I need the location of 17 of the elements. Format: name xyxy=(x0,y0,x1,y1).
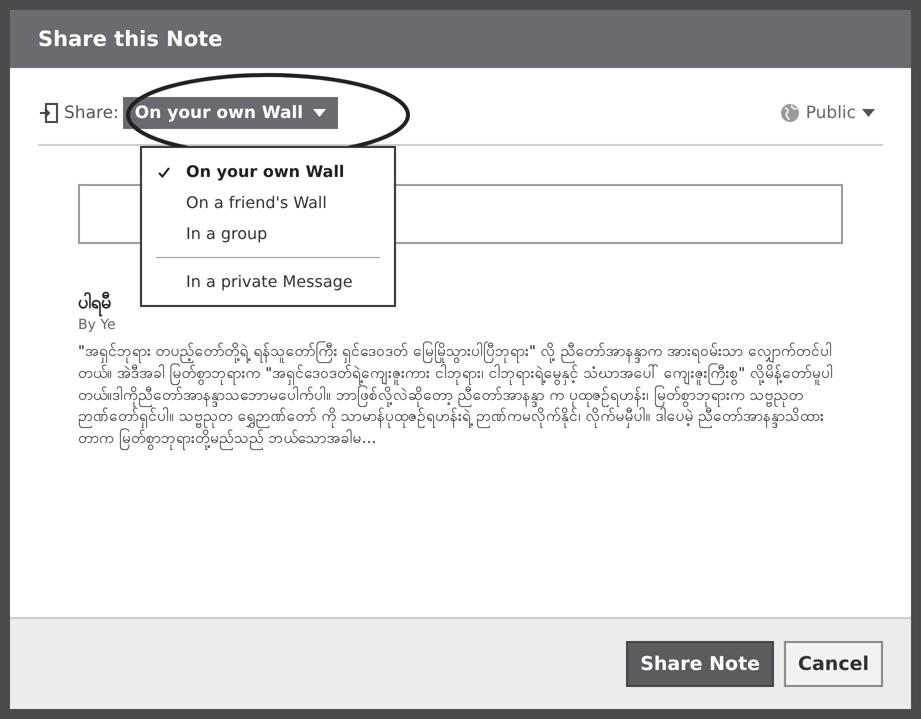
dialog-title: Share this Note xyxy=(38,27,222,51)
menu-item[interactable]: In a group xyxy=(142,218,394,249)
audience-dropdown[interactable]: Public xyxy=(780,103,883,123)
share-icon xyxy=(38,102,60,124)
caret-icon xyxy=(862,109,875,117)
globe-icon xyxy=(780,103,800,123)
note-author: By Ye xyxy=(78,317,117,333)
share-button[interactable]: Share Note xyxy=(626,641,774,687)
caret-icon xyxy=(313,109,326,117)
menu-item[interactable]: On a friend's Wall xyxy=(142,187,394,218)
cancel-button[interactable]: Cancel xyxy=(784,641,883,687)
message-field[interactable] xyxy=(78,184,843,244)
destination-dropdown[interactable]: On your own Wall xyxy=(122,97,338,129)
share-label: Share: xyxy=(64,103,119,123)
note-excerpt: "အရှင်ဘုရား တပည့်တော်တို့ရဲ့ ရန်သူတော်ကြီး ရှင်ဒေဝဒတ် မြေမြိုသွားပါပြီဘုရား" လို့ ညီတော်အာနန္ဒာက အားရဝမ်းသာ လျှောက်တင်ပါတယ်။ အဲဒီအခါ မြတ်စွာဘုရားက "အရှင်ဒေဝဒတ်ရဲ့ကျေးဇူးကား ငါဘုရား၊ ငါဘုရားရဲ့မွေနှင့် သံဃာအပေါ် ကျေးဇူးကြီးစွ" လို့မိန့်တော်မူပါတယ်။ဒါကိုညီတော်အာနန္ဒာသဘောမပေါက်ပါ။ ဘာဖြစ်လို့လဲဆိုတော့ ညီတော်အာနန္ဒာ က ပုထုဇဉ်ရဟန်း၊ မြတ်စွာဘုရားက သဗ္ဗညုတ ဉာဏ်တော်ရှင်ပါ။ သဗ္ဗညုတ ရွှေဉာဏ်တော် ကို သာမာန်ပုထုဇဉ်ရဟန်းရဲ့ ဉာဏ်ကမလိုက်နိုင်၊ လိုက်မမှီပါ။ ဒါပေမဲ့ ညီတော်အာနန္ဒာသိထားတာက မြတ်စွာဘုရားတို့မည်သည် ဘယ်သောအခါမ… xyxy=(78,341,843,450)
menu-item[interactable]: On your own Wall xyxy=(142,156,394,187)
check-icon xyxy=(158,167,170,178)
